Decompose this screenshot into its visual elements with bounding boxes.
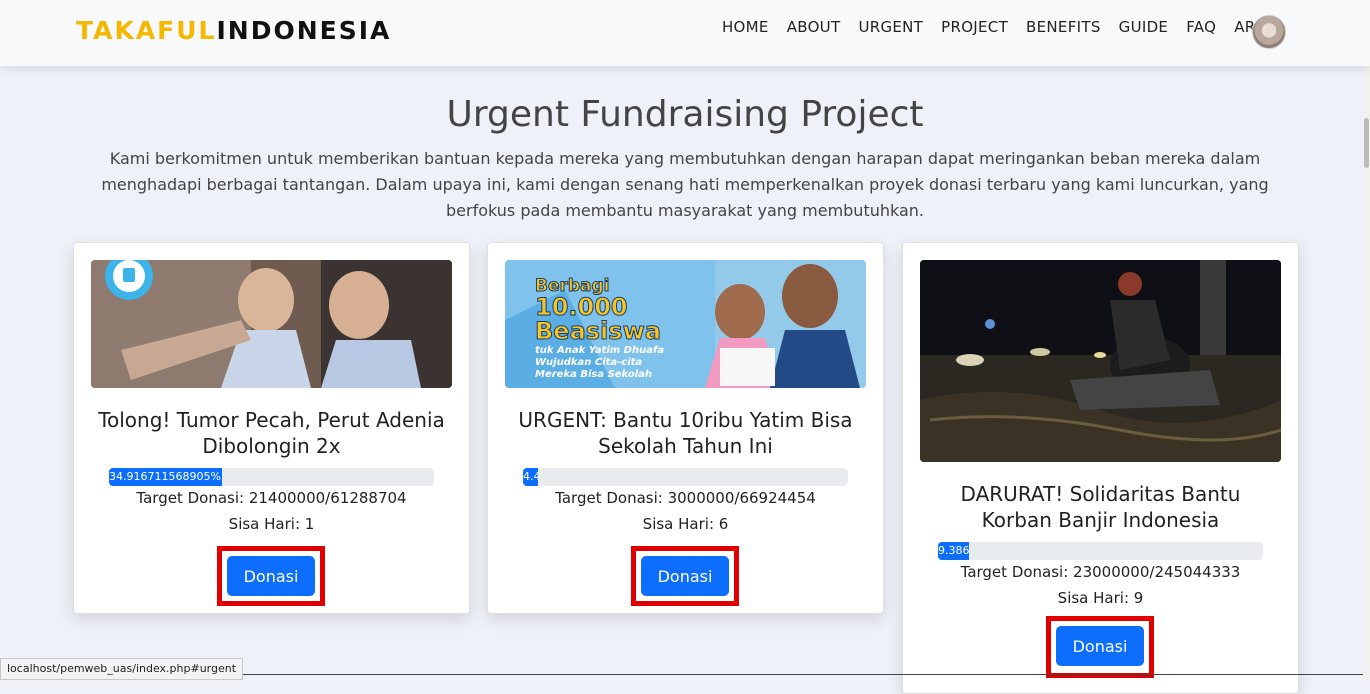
navbar: TAKAFULINDONESIA HOME ABOUT URGENT PROJE… [0, 0, 1370, 66]
progress-fill-2: 4.4 [523, 468, 538, 486]
progress-fill-1: 34.916711568905% [109, 468, 223, 486]
brand-logo[interactable]: TAKAFULINDONESIA [76, 16, 391, 45]
target-donasi-3: Target Donasi: 23000000/245044333 [960, 563, 1241, 581]
bottom-divider [233, 674, 1363, 675]
progress-fill-3: 9.386 [938, 542, 969, 560]
progress-bar-2: 4.4 [523, 468, 848, 486]
image-text-line4: tuk Anak Yatim Dhuafa [535, 345, 665, 356]
project-image-3[interactable] [920, 260, 1281, 462]
donasi-button-2[interactable]: Donasi [641, 556, 729, 596]
donasi-button-1[interactable]: Donasi [227, 556, 315, 596]
image-text-line5: Wujudkan Cita-cita [535, 357, 643, 368]
project-title-3[interactable]: DARURAT! Solidaritas Bantu Korban Banjir… [923, 481, 1278, 533]
nav-home[interactable]: HOME [722, 18, 769, 36]
project-title-1[interactable]: Tolong! Tumor Pecah, Perut Adenia Dibolo… [94, 407, 449, 459]
target-donasi-2: Target Donasi: 3000000/66924454 [555, 489, 816, 507]
project-image-1[interactable] [91, 260, 452, 388]
brand-part-2: INDONESIA [216, 16, 392, 45]
page-description: Kami berkomitmen untuk memberikan bantua… [101, 149, 1269, 220]
progress-bar-1: 34.916711568905% [109, 468, 434, 486]
user-avatar[interactable] [1252, 15, 1286, 49]
donasi-highlight-2: Donasi [631, 546, 739, 606]
page-title: Urgent Fundraising Project [446, 94, 924, 135]
donasi-highlight-1: Donasi [217, 546, 325, 606]
nav-about[interactable]: ABOUT [787, 18, 841, 36]
progress-bar-3: 9.386 [938, 542, 1263, 560]
project-card-1: Tolong! Tumor Pecah, Perut Adenia Dibolo… [73, 242, 470, 614]
nav-urgent[interactable]: URGENT [858, 18, 923, 36]
project-card-3: DARURAT! Solidaritas Bantu Korban Banjir… [902, 242, 1299, 694]
nav-guide[interactable]: GUIDE [1119, 18, 1169, 36]
nav-project[interactable]: PROJECT [941, 18, 1008, 36]
brand-part-1: TAKAFUL [76, 16, 217, 45]
image-text-line6: Mereka Bisa Sekolah [535, 369, 653, 380]
target-donasi-1: Target Donasi: 21400000/61288704 [136, 489, 407, 507]
project-card-2: Berbagi 10.000 Beasiswa tuk Anak Yatim D… [487, 242, 884, 614]
nav-links: HOME ABOUT URGENT PROJECT BENEFITS GUIDE… [722, 18, 1284, 36]
nav-benefits[interactable]: BENEFITS [1026, 18, 1101, 36]
project-image-2[interactable]: Berbagi 10.000 Beasiswa tuk Anak Yatim D… [505, 260, 866, 388]
image-text-10000: 10.000 [534, 293, 628, 321]
sisa-hari-2: Sisa Hari: 6 [642, 515, 729, 533]
image-text-beasiswa: Beasiswa [534, 317, 661, 345]
sisa-hari-1: Sisa Hari: 1 [228, 515, 315, 533]
nav-faq[interactable]: FAQ [1186, 18, 1216, 36]
donasi-button-3[interactable]: Donasi [1056, 626, 1144, 666]
browser-status-url: localhost/pemweb_uas/index.php#urgent [0, 658, 244, 680]
donasi-highlight-3: Donasi [1046, 616, 1154, 678]
sisa-hari-3: Sisa Hari: 9 [1057, 589, 1144, 607]
project-title-2[interactable]: URGENT: Bantu 10ribu Yatim Bisa Sekolah … [508, 407, 863, 459]
